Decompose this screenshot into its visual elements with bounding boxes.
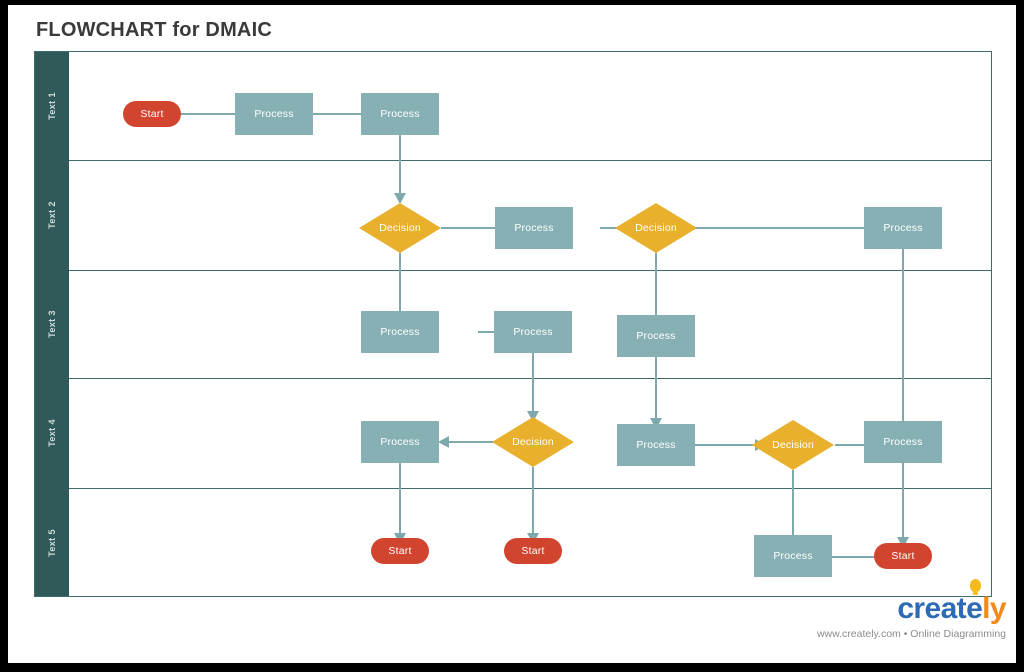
swimlane-separator-3: [69, 378, 991, 379]
node-process-7[interactable]: Process: [617, 315, 695, 357]
node-label: Process: [513, 326, 553, 338]
connector-n15-n19: [902, 463, 904, 544]
node-label: Process: [514, 222, 554, 234]
node-decision-4[interactable]: Decision: [752, 420, 834, 470]
node-process-2[interactable]: Process: [361, 93, 439, 135]
node-label: Process: [380, 326, 420, 338]
creately-branding: creately www.creately.com • Online Diagr…: [816, 579, 1007, 640]
node-process-1[interactable]: Process: [235, 93, 313, 135]
node-process-10[interactable]: Process: [864, 421, 942, 463]
swimlane-label-3: Text 3: [47, 310, 57, 338]
swimlane-separator-2: [69, 270, 991, 271]
connector-n10-n13: [655, 357, 657, 425]
screenshot-root: FLOWCHART for DMAIC Text 1 Text 2 Text 3…: [0, 0, 1024, 672]
node-start-2[interactable]: Start: [371, 538, 429, 564]
connector-n3-n4: [399, 135, 401, 200]
swimlane-header-band: Text 1 Text 2 Text 3 Text 4 Text 5: [35, 52, 69, 596]
connector-n11-n16: [399, 463, 401, 540]
node-label: Start: [891, 550, 915, 562]
swimlane-separator-1: [69, 160, 991, 161]
node-label: Process: [773, 550, 813, 562]
node-label: Decision: [512, 436, 554, 448]
node-decision-3[interactable]: Decision: [492, 417, 574, 467]
swimlane-label-1: Text 1: [47, 92, 57, 120]
node-process-11[interactable]: Process: [754, 535, 832, 577]
node-decision-1[interactable]: Decision: [359, 203, 441, 253]
node-label: Decision: [772, 439, 814, 451]
node-label: Start: [521, 545, 545, 557]
node-start-4[interactable]: Start: [874, 543, 932, 569]
connector-n6-n10: [655, 253, 657, 322]
swimlane-label-5: Text 5: [47, 528, 57, 557]
connector-n9-n12: [532, 353, 534, 418]
node-label: Process: [254, 108, 294, 120]
node-label: Process: [636, 439, 676, 451]
logo-text-part2: e: [966, 591, 983, 625]
node-label: Process: [380, 436, 420, 448]
swimlane-flowchart: Text 1 Text 2 Text 3 Text 4 Text 5 Start…: [34, 51, 992, 597]
swimlane-label-4: Text 4: [47, 419, 57, 447]
node-label: Process: [636, 330, 676, 342]
swimlane-label-2: Text 2: [47, 201, 57, 229]
lightbulb-icon: [970, 579, 981, 595]
connector-n14-n18: [792, 470, 794, 542]
connector-n12-n17: [532, 467, 534, 540]
connector-n13-n14: [695, 444, 757, 446]
node-process-9[interactable]: Process: [617, 424, 695, 466]
node-label: Process: [380, 108, 420, 120]
node-process-5[interactable]: Process: [361, 311, 439, 353]
page-title: FLOWCHART for DMAIC: [36, 19, 272, 41]
node-process-8[interactable]: Process: [361, 421, 439, 463]
connector-n4-n8: [399, 253, 401, 318]
connector-n12-n11: [447, 441, 495, 443]
slide-canvas: FLOWCHART for DMAIC Text 1 Text 2 Text 3…: [8, 5, 1016, 663]
node-label: Process: [883, 222, 923, 234]
node-label: Decision: [635, 222, 677, 234]
brand-tagline: www.creately.com • Online Diagramming: [816, 627, 1006, 640]
creately-logo: creately: [817, 591, 1006, 625]
connector-n7-n15: [902, 249, 904, 429]
arrowhead-n12-n11: [438, 436, 449, 448]
node-label: Process: [883, 436, 923, 448]
logo-text-part1: creat: [897, 591, 967, 625]
node-process-6[interactable]: Process: [494, 311, 572, 353]
node-start-1[interactable]: Start: [123, 101, 181, 127]
node-label: Start: [388, 545, 412, 557]
node-label: Decision: [379, 222, 421, 234]
node-label: Start: [140, 108, 164, 120]
node-start-3[interactable]: Start: [504, 538, 562, 564]
swimlane-separator-4: [69, 488, 991, 489]
node-process-3[interactable]: Process: [495, 207, 573, 249]
logo-text-part3: ly: [982, 591, 1006, 625]
node-process-4[interactable]: Process: [864, 207, 942, 249]
node-decision-2[interactable]: Decision: [615, 203, 697, 253]
